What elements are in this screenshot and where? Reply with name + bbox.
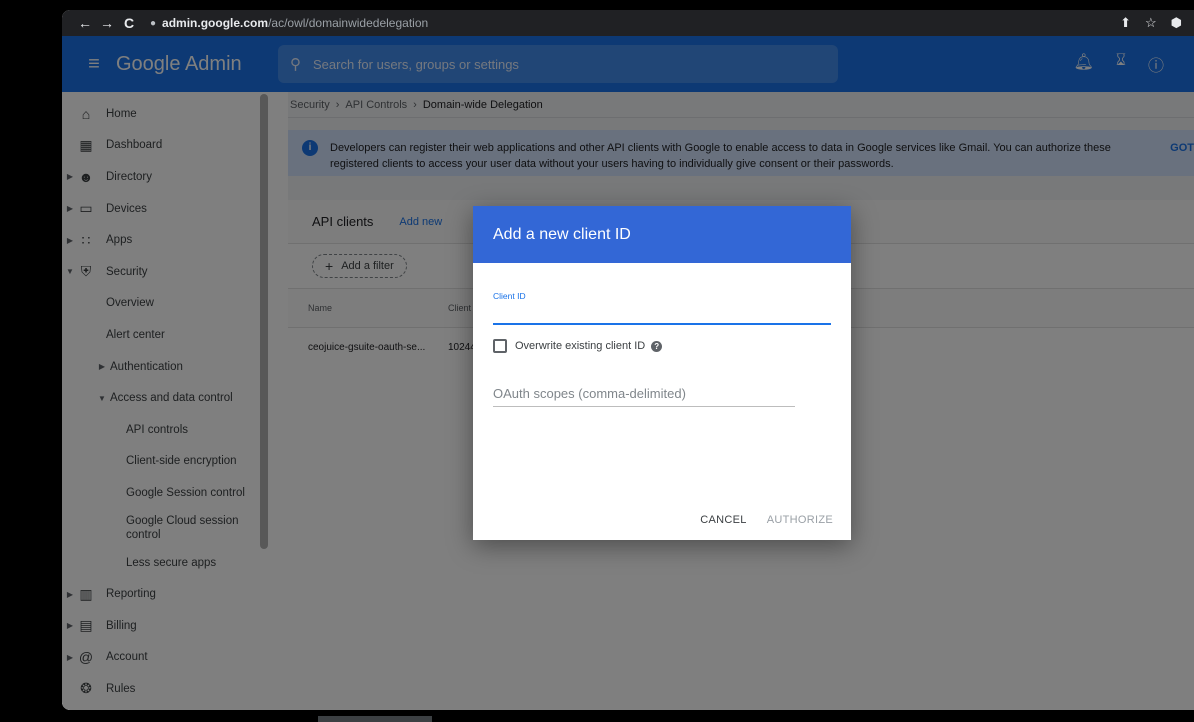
extensions-puzzle-icon[interactable]: ⬢ [1171,15,1182,31]
overwrite-checkbox[interactable] [493,339,507,353]
back-button[interactable]: ← [74,15,96,31]
dialog-title: Add a new client ID [473,206,851,263]
url-host: admin.google.com [162,16,269,30]
help-icon[interactable]: ? [651,340,663,352]
browser-toolbar: ← → C ● admin.google.com /ac/owl/domainw… [62,10,1194,36]
taskbar-tab [318,716,432,722]
overwrite-label: Overwrite existing client ID [515,340,646,352]
reload-button[interactable]: C [118,15,140,31]
address-bar[interactable]: ● admin.google.com /ac/owl/domainwidedel… [150,16,428,30]
share-icon[interactable]: ⬆ [1120,15,1131,31]
authorize-button[interactable]: AUTHORIZE [767,514,833,526]
client-id-label: Client ID [493,291,526,301]
url-path: /ac/owl/domainwidedelegation [268,16,429,30]
bookmark-star-icon[interactable]: ☆ [1145,15,1157,31]
lock-icon: ● [150,17,157,29]
browser-window: ← → C ● admin.google.com /ac/owl/domainw… [62,10,1194,710]
cancel-button[interactable]: CANCEL [700,514,746,526]
client-id-input[interactable] [493,301,831,325]
forward-button[interactable]: → [96,15,118,31]
oauth-scopes-input[interactable] [493,381,795,407]
taskbar-strip [0,712,1194,722]
add-client-dialog: Add a new client ID Client ID Overwrite … [473,206,851,540]
